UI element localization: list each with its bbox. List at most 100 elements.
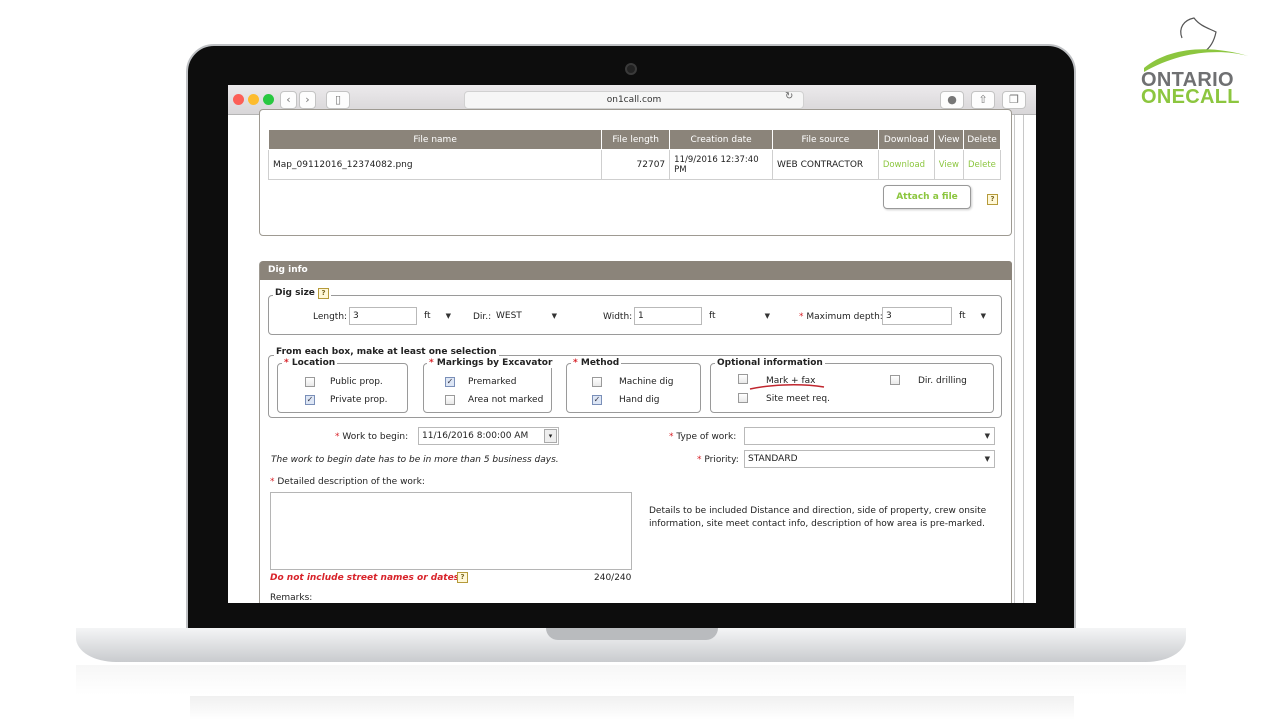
markings-legend-text: Markings by Excavator (436, 358, 553, 368)
priority-label: * Priority: (697, 455, 739, 465)
width-input[interactable]: 1 (634, 307, 702, 325)
details-hint: Details to be included Distance and dire… (649, 506, 987, 529)
optional-info-legend: Optional information (715, 358, 825, 368)
files-table: File name File length Creation date File… (267, 129, 1002, 180)
minimize-window-icon[interactable] (248, 94, 259, 105)
webcam-icon (625, 63, 637, 75)
required-marker: * (284, 358, 289, 368)
dig-size-label: Dig size (275, 288, 315, 298)
selection-note: From each box, make at least one selecti… (274, 347, 499, 357)
mark-fax-checkbox[interactable] (738, 374, 748, 384)
max-depth-input[interactable]: 3 (882, 307, 952, 325)
hand-dig-checkbox[interactable]: ✓ (592, 395, 602, 405)
required-marker: * (697, 455, 702, 465)
file-source-cell: WEB CONTRACTOR (771, 149, 879, 180)
private-prop-checkbox[interactable]: ✓ (305, 395, 315, 405)
location-fieldset (277, 363, 408, 413)
download-icon[interactable]: ● (940, 91, 964, 109)
location-legend-text: Location (291, 358, 336, 368)
method-legend-text: Method (580, 358, 620, 368)
attach-file-button[interactable]: Attach a file (883, 185, 971, 209)
dig-info-header: Dig info (260, 261, 1012, 280)
remarks-label: Remarks: (270, 593, 313, 603)
tabs-icon[interactable]: ❐ (1002, 91, 1026, 109)
calendar-dropdown-icon[interactable]: ▾ (544, 429, 557, 443)
file-length-cell: 72707 (601, 149, 671, 180)
dir-drilling-checkbox[interactable] (890, 375, 900, 385)
private-prop-label: Private prop. (330, 395, 388, 405)
machine-dig-checkbox[interactable] (592, 377, 602, 387)
work-to-begin-input[interactable]: 11/16/2016 8:00:00 AM ▾ (418, 427, 559, 445)
back-icon[interactable]: ‹ (280, 91, 297, 109)
description-text: Detailed description of the work: (277, 477, 425, 487)
help-icon[interactable]: ? (987, 194, 998, 205)
direction-label: Dir.: (473, 312, 492, 322)
chevron-down-icon: ▼ (445, 312, 451, 320)
public-prop-checkbox[interactable] (305, 377, 315, 387)
sidebar-icon[interactable]: ▯ (326, 91, 350, 109)
hand-dig-label: Hand dig (619, 395, 660, 405)
divider (1023, 115, 1024, 603)
required-marker: * (270, 477, 275, 487)
laptop-notch (546, 628, 718, 640)
max-depth-label: * Maximum depth: (799, 312, 883, 322)
area-not-marked-checkbox[interactable] (445, 395, 455, 405)
chevron-down-icon: ▼ (984, 455, 990, 463)
machine-dig-label: Machine dig (619, 377, 674, 387)
column-header: Delete (962, 129, 1002, 150)
creation-date-cell: 11/9/2016 12:37:40 PM (669, 149, 773, 180)
delete-link[interactable]: Delete (962, 149, 1002, 180)
file-name-cell: Map_09112016_12374082.png (267, 149, 603, 180)
column-header: View (933, 129, 964, 150)
chevron-down-icon: ▼ (764, 312, 770, 320)
chevron-down-icon: ▼ (984, 432, 990, 440)
markings-fieldset (423, 363, 552, 413)
max-depth-unit-select[interactable]: ft ▼ (955, 307, 991, 325)
required-marker: * (335, 432, 340, 442)
work-to-begin-value: 11/16/2016 8:00:00 AM (422, 431, 529, 441)
width-label: Width: (603, 312, 633, 322)
max-depth-unit-value: ft (959, 311, 966, 321)
direction-value: WEST (496, 311, 522, 321)
width-unit-value: ft (709, 311, 716, 321)
chevron-down-icon: ▼ (551, 312, 557, 320)
help-icon[interactable]: ? (457, 572, 468, 583)
method-fieldset (566, 363, 701, 413)
max-depth-text: Maximum depth: (806, 312, 883, 322)
site-meet-checkbox[interactable] (738, 393, 748, 403)
length-input[interactable]: 3 (349, 307, 417, 325)
close-window-icon[interactable] (233, 94, 244, 105)
share-icon[interactable]: ⇧ (971, 91, 995, 109)
direction-select[interactable]: WEST ▼ (492, 307, 562, 325)
logo-line-2: ONECALL (1141, 86, 1240, 108)
priority-text: Priority: (704, 455, 739, 465)
length-unit-select[interactable]: ft ▼ (420, 307, 456, 325)
reload-icon[interactable]: ↻ (785, 91, 793, 102)
required-marker: * (669, 432, 674, 442)
description-label: * Detailed description of the work: (270, 477, 425, 487)
premarked-checkbox[interactable]: ✓ (445, 377, 455, 387)
street-names-warning: Do not include street names or dates (270, 573, 460, 583)
view-link[interactable]: View (933, 149, 964, 180)
underline-annotation (749, 384, 825, 390)
column-header: File name (267, 129, 603, 150)
type-of-work-select[interactable]: ▼ (744, 427, 995, 445)
premarked-label: Premarked (468, 377, 517, 387)
width-unit-select[interactable]: ft ▼ (705, 307, 775, 325)
description-textarea[interactable] (270, 492, 632, 570)
address-bar[interactable]: on1call.com (464, 91, 804, 109)
download-link[interactable]: Download (877, 149, 935, 180)
required-marker: * (429, 358, 434, 368)
help-icon[interactable]: ? (318, 288, 330, 299)
chevron-down-icon: ▼ (980, 312, 986, 320)
length-label: Length: (313, 312, 348, 322)
column-header: File source (771, 129, 879, 150)
public-prop-label: Public prop. (330, 377, 383, 387)
forward-icon[interactable]: › (299, 91, 316, 109)
maximize-window-icon[interactable] (263, 94, 274, 105)
table-row: Map_09112016_12374082.png 72707 11/9/201… (267, 149, 1002, 180)
work-to-begin-note: The work to begin date has to be in more… (271, 455, 559, 465)
column-header: File length (601, 129, 671, 150)
page-content: File name File length Creation date File… (228, 109, 1036, 603)
priority-select[interactable]: STANDARD ▼ (744, 450, 995, 468)
